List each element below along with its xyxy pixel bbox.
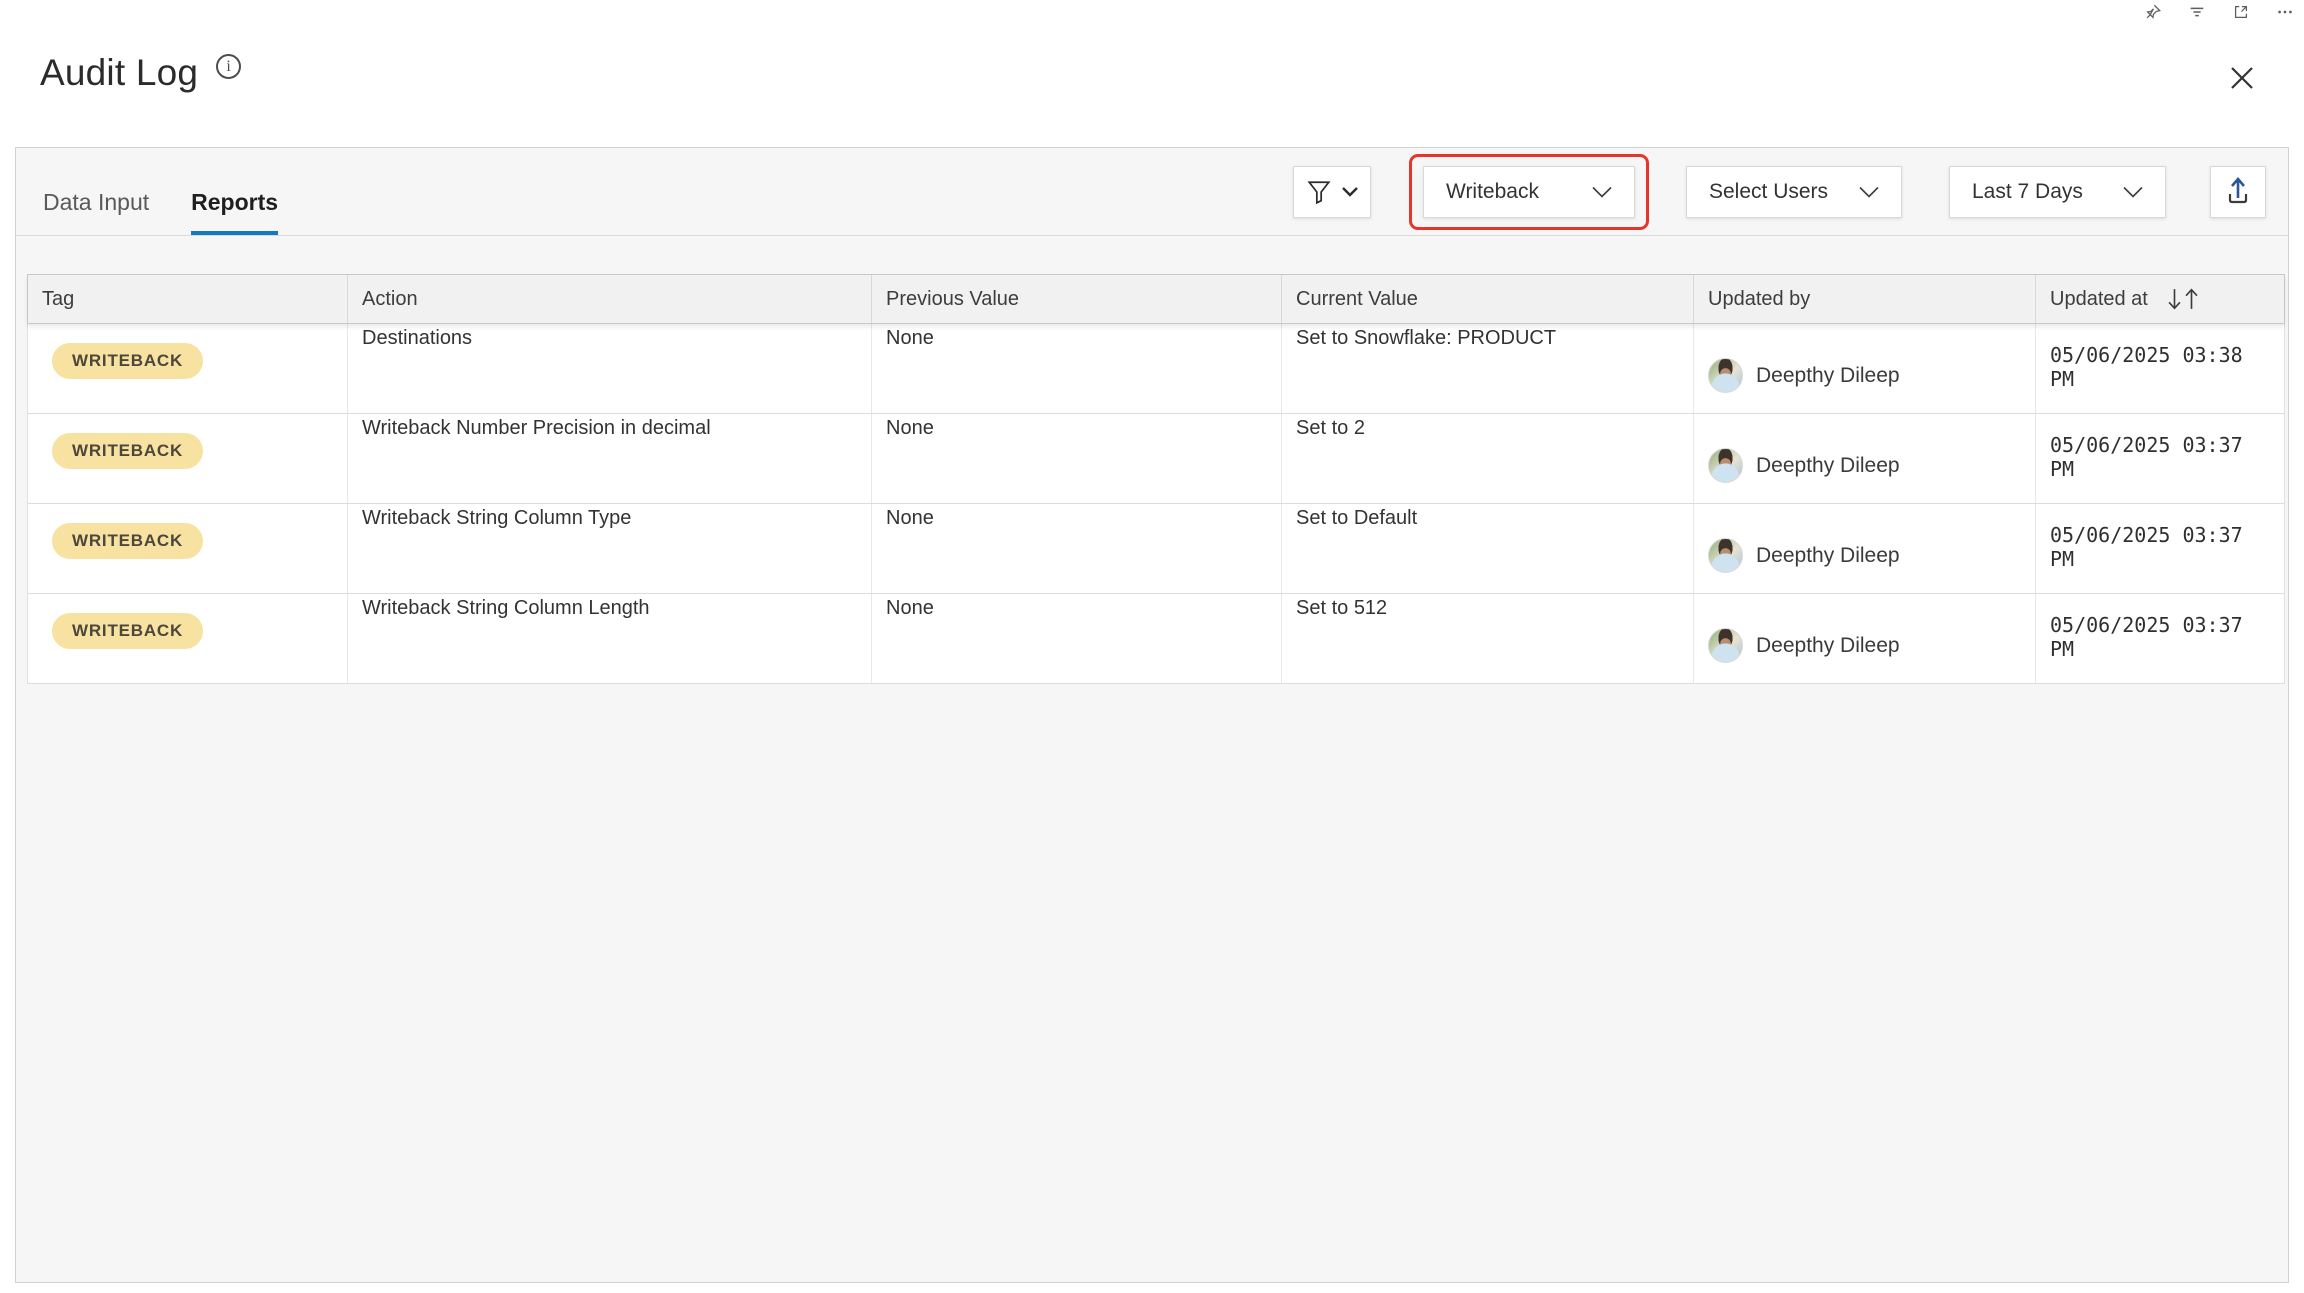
toolbar: Writeback Select Users Last 7 [1293,148,2266,236]
dialog-header: Audit Log i [40,52,241,94]
avatar [1708,538,1743,573]
tag-cell: WRITEBACK [28,414,348,503]
tag-cell: WRITEBACK [28,504,348,593]
user-filter-dropdown[interactable]: Select Users [1686,166,1902,218]
updated-by-cell: Deepthy Dileep [1694,414,2036,503]
column-header-previous-value: Previous Value [872,275,1282,323]
visual-header [2144,3,2294,21]
export-button[interactable] [2210,166,2266,218]
writeback-tag-badge: WRITEBACK [52,343,203,379]
updated-by-cell: Deepthy Dileep [1694,324,2036,413]
table-row: WRITEBACK Writeback String Column Type N… [27,504,2285,594]
close-icon[interactable] [2226,62,2258,94]
more-options-icon[interactable] [2276,3,2294,21]
column-header-updated-at: Updated at [2036,275,2286,323]
updated-by-cell: Deepthy Dileep [1694,504,2036,593]
current-value-cell: Set to Snowflake: PRODUCT [1282,324,1694,413]
table-row: WRITEBACK Writeback String Column Length… [27,594,2285,684]
writeback-tag-badge: WRITEBACK [52,613,203,649]
chevron-down-icon [2123,186,2143,199]
arrow-down-icon [2166,287,2183,311]
audit-log-panel: Data Input Reports Writeback [15,147,2289,1283]
previous-value-cell: None [872,414,1282,503]
highlight-box: Writeback [1409,154,1649,230]
topbar: Data Input Reports Writeback [16,148,2288,236]
updated-by-cell: Deepthy Dileep [1694,594,2036,683]
previous-value-cell: None [872,594,1282,683]
tab-reports[interactable]: Reports [191,189,278,235]
table-row: WRITEBACK Writeback Number Precision in … [27,414,2285,504]
tag-filter-dropdown[interactable]: Writeback [1423,166,1635,218]
current-value-cell: Set to Default [1282,504,1694,593]
table-row: WRITEBACK Destinations None Set to Snowf… [27,324,2285,414]
table-body: WRITEBACK Destinations None Set to Snowf… [27,324,2285,684]
date-filter-value: Last 7 Days [1972,180,2083,204]
table-header-row: Tag Action Previous Value Current Value … [27,274,2285,324]
action-cell: Writeback Number Precision in decimal [348,414,872,503]
column-header-tag: Tag [28,275,348,323]
info-icon[interactable]: i [216,54,241,79]
audit-table: Tag Action Previous Value Current Value … [27,274,2285,684]
funnel-icon [1306,179,1332,205]
chevron-down-icon [1342,186,1358,198]
avatar [1708,628,1743,663]
updated-at-cell: 05/06/2025 03:38 PM [2036,324,2286,413]
focus-mode-icon[interactable] [2232,3,2250,21]
arrow-up-icon [2183,287,2200,311]
export-icon [2223,174,2253,211]
writeback-tag-badge: WRITEBACK [52,433,203,469]
sort-toggle[interactable] [2166,287,2200,311]
user-name: Deepthy Dileep [1756,544,1900,568]
filter-lines-icon[interactable] [2188,3,2206,21]
tag-cell: WRITEBACK [28,324,348,413]
filter-button[interactable] [1293,166,1371,218]
tag-filter-value: Writeback [1446,180,1539,204]
writeback-tag-badge: WRITEBACK [52,523,203,559]
user-name: Deepthy Dileep [1756,454,1900,478]
tab-bar: Data Input Reports [43,189,278,235]
previous-value-cell: None [872,324,1282,413]
tab-data-input[interactable]: Data Input [43,189,149,235]
avatar [1708,448,1743,483]
chevron-down-icon [1592,186,1612,199]
action-cell: Writeback String Column Length [348,594,872,683]
avatar [1708,358,1743,393]
date-filter-dropdown[interactable]: Last 7 Days [1949,166,2166,218]
user-name: Deepthy Dileep [1756,364,1900,388]
tag-cell: WRITEBACK [28,594,348,683]
user-filter-value: Select Users [1709,180,1828,204]
column-header-updated-by: Updated by [1694,275,2036,323]
column-header-current-value: Current Value [1282,275,1694,323]
current-value-cell: Set to 2 [1282,414,1694,503]
page-title: Audit Log [40,52,198,94]
user-name: Deepthy Dileep [1756,634,1900,658]
chevron-down-icon [1859,186,1879,199]
updated-at-cell: 05/06/2025 03:37 PM [2036,504,2286,593]
previous-value-cell: None [872,504,1282,593]
action-cell: Writeback String Column Type [348,504,872,593]
column-header-action: Action [348,275,872,323]
action-cell: Destinations [348,324,872,413]
updated-at-cell: 05/06/2025 03:37 PM [2036,594,2286,683]
updated-at-cell: 05/06/2025 03:37 PM [2036,414,2286,503]
current-value-cell: Set to 512 [1282,594,1694,683]
pin-icon[interactable] [2144,3,2162,21]
